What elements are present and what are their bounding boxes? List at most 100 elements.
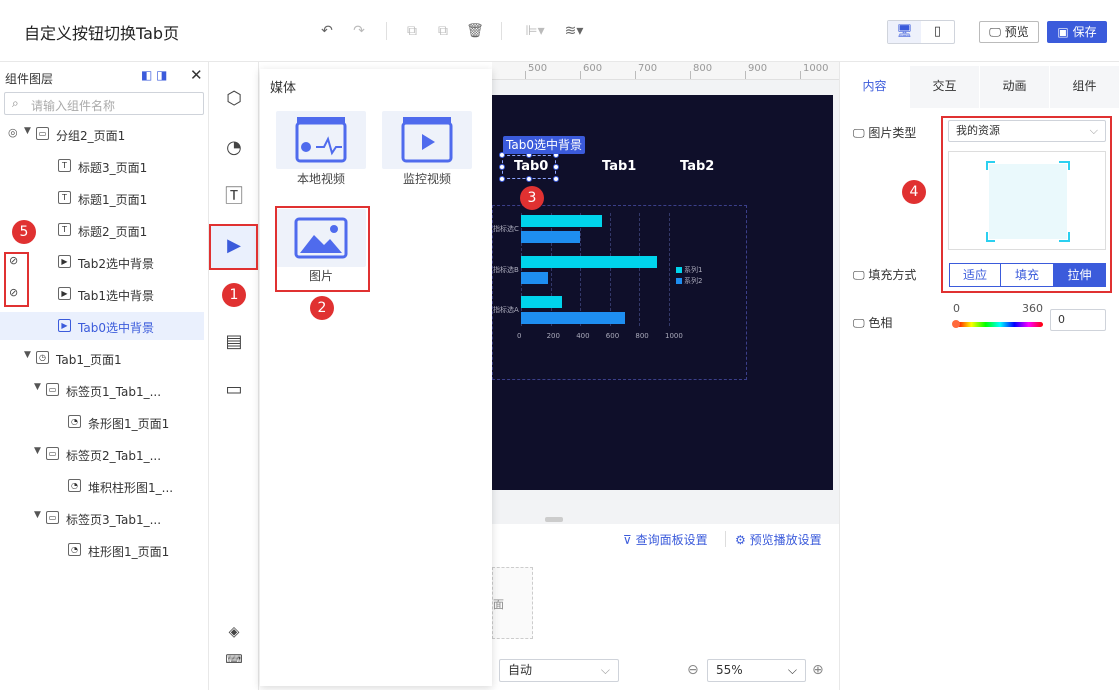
layer-item[interactable]: ◔ 条形图1_页面1 (0, 408, 204, 436)
monitor-video-card[interactable] (382, 111, 472, 169)
layer-item[interactable]: ▶ Tab0选中背景 (0, 312, 204, 340)
page-title: 自定义按钮切换Tab页 (24, 24, 180, 43)
align-icon[interactable]: ⊫▾ (522, 22, 548, 40)
layer-item[interactable]: ◔ 堆积柱形图1_... (0, 472, 204, 500)
archive-icon[interactable]: ▭ (221, 377, 247, 403)
chart-category-label: 指标选B (493, 266, 519, 274)
chevron-down-icon: ⌵ (787, 663, 797, 677)
ruler-tick (635, 71, 636, 79)
monitor-icon: 🖵 (989, 25, 1005, 39)
visibility-icon[interactable]: ◎ (8, 126, 18, 139)
text-icon: T (58, 159, 71, 172)
tab-content[interactable]: 内容 (840, 66, 909, 108)
monitor-icon: 🖵 (853, 268, 869, 282)
ruler-tick (800, 71, 801, 79)
chart-category-label: 指标选C (493, 225, 519, 233)
chart-bar[interactable] (521, 215, 603, 227)
layer-item[interactable]: ▼ ▭ 标签页1_Tab1_... (0, 376, 204, 404)
hue-slider-thumb[interactable] (952, 320, 960, 328)
chart-gridline (580, 213, 582, 326)
chart-bar[interactable] (521, 312, 625, 324)
mobile-icon[interactable]: ▯ (921, 21, 954, 43)
tab1-label[interactable]: Tab1 (602, 159, 636, 174)
tab-component[interactable]: 组件 (1050, 66, 1119, 108)
tab-interaction[interactable]: 交互 (910, 66, 979, 108)
text-icon[interactable]: 🅃 (221, 184, 247, 210)
chart-bar[interactable] (521, 231, 581, 243)
zoom-out-icon[interactable]: ⊖ (687, 662, 699, 678)
resize-handle[interactable] (499, 164, 505, 170)
save-button[interactable]: ▣ 保存 (1047, 21, 1107, 43)
local-video-card[interactable] (276, 111, 366, 169)
redo-icon[interactable]: ↷ (350, 22, 368, 40)
chart-tick-label: 800 (635, 332, 649, 340)
keyboard-icon[interactable]: ⌨ (221, 646, 247, 672)
zoom-in-icon[interactable]: ⊕ (812, 662, 824, 678)
table-icon[interactable]: ▤ (221, 329, 247, 355)
search-icon: ⌕ (12, 96, 19, 110)
tab2-label[interactable]: Tab2 (680, 159, 714, 174)
layer-search-input[interactable]: ⌕ 请输入组件名称 (4, 92, 204, 115)
panel-layout-icon[interactable]: ◧ ◨ (141, 68, 168, 82)
resize-handle[interactable] (499, 176, 505, 182)
query-panel-settings-link[interactable]: ⊽ 查询面板设置 (623, 531, 708, 548)
chart-bar[interactable] (521, 296, 563, 308)
selection-tag: Tab0选中背景 (503, 136, 585, 154)
layer-item-label: 标题3_页面1 (78, 161, 148, 175)
drop-zone[interactable]: 面 (492, 567, 533, 639)
layer-item[interactable]: ◔ 柱形图1_页面1 (0, 536, 204, 564)
layers-icon[interactable]: ≋▾ (561, 22, 587, 40)
layer-item[interactable]: ▼ ▭ 标签页3_Tab1_... (0, 504, 204, 532)
layers-stack-icon[interactable]: ◈ (221, 619, 247, 645)
layer-item[interactable]: T 标题3_页面1 (0, 152, 204, 180)
preview-button[interactable]: 🖵 预览 (979, 21, 1039, 43)
canvas-scrollbar[interactable] (545, 517, 563, 522)
ruler-tick-label: 800 (693, 63, 713, 74)
layer-item-label: 标签页3_Tab1_... (66, 513, 162, 527)
component-rail: ⬡ ◔ 🅃 ▶ ▤ ▭ ◈ ⌨ (209, 62, 259, 690)
undo-icon[interactable]: ↶ (318, 22, 336, 40)
layer-item[interactable]: ◎ ▼ ▭ 分组2_页面1 (0, 120, 204, 148)
tab0-label[interactable]: Tab0 (514, 159, 548, 174)
layer-item[interactable]: T 标题1_页面1 (0, 184, 204, 212)
zoom-select[interactable]: 55% ⌵ (707, 659, 806, 682)
paste-icon[interactable]: ⧉ (434, 22, 452, 40)
layer-item[interactable]: ▼ ▭ 标签页2_Tab1_... (0, 440, 204, 468)
desktop-icon[interactable]: 🖥 (888, 21, 921, 43)
legend-swatch (676, 278, 682, 284)
chart-bar[interactable] (521, 272, 548, 284)
cube-icon[interactable]: ⬡ (221, 86, 247, 112)
chart-icon[interactable]: ◔ (221, 135, 247, 161)
delete-icon[interactable]: 🗑 (466, 22, 484, 40)
chart-legend-item: 系列2 (676, 276, 702, 286)
resize-handle[interactable] (553, 176, 559, 182)
media-panel-title: 媒体 (270, 81, 297, 96)
device-switch: 🖥 ▯ (887, 20, 955, 44)
layer-item-label: 堆积柱形图1_... (88, 481, 174, 495)
annotation-badge-5: 5 (12, 220, 36, 244)
copy-icon[interactable]: ⧉ (403, 22, 421, 40)
ruler-tick-label: 500 (528, 63, 548, 74)
folder-icon: ▭ (46, 511, 59, 524)
layer-item[interactable]: ▼ ◷ Tab1_页面1 (0, 344, 204, 372)
tab-animation[interactable]: 动画 (980, 66, 1049, 108)
annotation-box-1 (209, 224, 258, 270)
ruler: 4005006007008009001000 (492, 62, 839, 80)
layer-item[interactable]: ⊘ ▶ Tab1选中背景 (0, 280, 204, 308)
layer-item[interactable]: ⊘ ▶ Tab2选中背景 (0, 248, 204, 276)
hue-slider[interactable] (957, 322, 1043, 327)
layer-item-label: Tab1选中背景 (78, 289, 154, 303)
auto-select[interactable]: 自动 ⌵ (499, 659, 619, 682)
caret-down-icon[interactable]: ▼ (34, 382, 41, 392)
hue-input[interactable]: 0 (1050, 309, 1106, 331)
caret-down-icon[interactable]: ▼ (24, 126, 31, 136)
caret-down-icon[interactable]: ▼ (34, 446, 41, 456)
caret-down-icon[interactable]: ▼ (24, 350, 31, 360)
resize-handle[interactable] (526, 176, 532, 182)
annotation-box-5 (4, 252, 29, 307)
caret-down-icon[interactable]: ▼ (34, 510, 41, 520)
chart-bar[interactable] (521, 256, 658, 268)
close-icon[interactable]: ✕ (190, 66, 203, 84)
preview-play-settings-link[interactable]: ⚙ 预览播放设置 (735, 531, 822, 548)
resize-handle[interactable] (553, 164, 559, 170)
